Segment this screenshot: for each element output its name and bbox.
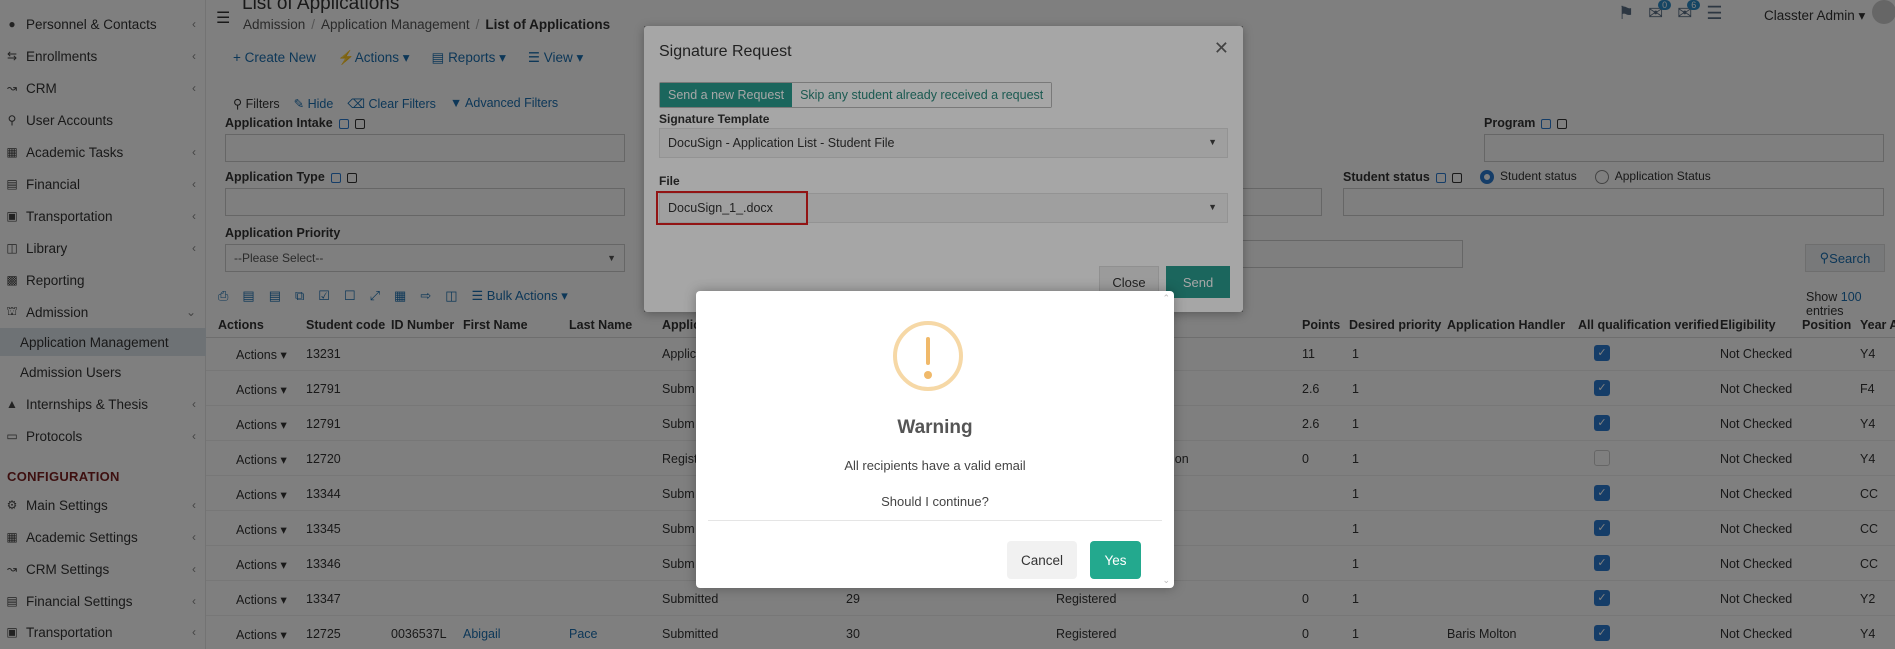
scroll-up-icon[interactable]: ⌃	[1162, 293, 1170, 304]
yes-button[interactable]: Yes	[1090, 541, 1141, 579]
warning-dialog: ⌃ Warning All recipients have a valid em…	[696, 291, 1174, 588]
warning-title: Warning	[897, 417, 973, 438]
warning-icon-bar	[926, 337, 930, 365]
divider	[708, 520, 1162, 521]
scroll-down-icon[interactable]: ⌄	[1162, 575, 1170, 586]
warning-icon-dot	[924, 371, 932, 379]
modal-dimmer	[644, 26, 1243, 312]
cancel-button[interactable]: Cancel	[1007, 541, 1077, 579]
warning-message: All recipients have a valid email	[844, 458, 1026, 473]
warning-icon	[893, 321, 963, 391]
warning-question: Should I continue?	[881, 494, 989, 509]
